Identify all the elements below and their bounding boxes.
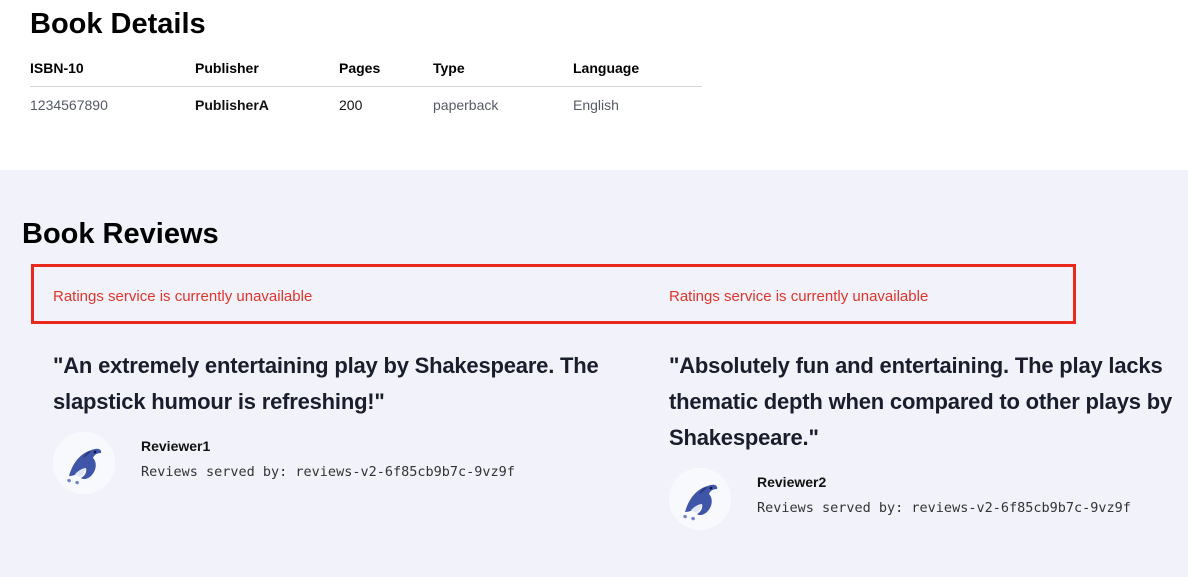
type-cell: paperback — [433, 97, 499, 113]
reviewer-info: Reviewer1 Reviews served by: reviews-v2-… — [53, 432, 613, 494]
language-cell: English — [573, 97, 619, 113]
isbn-cell: 1234567890 — [30, 97, 108, 113]
reviewer-info: Reviewer2 Reviews served by: reviews-v2-… — [669, 468, 1181, 530]
publisher-column-header: Publisher — [195, 50, 339, 87]
dolphin-avatar-icon — [53, 432, 115, 494]
review-text: "An extremely entertaining play by Shake… — [53, 353, 599, 414]
isbn-column-header: ISBN-10 — [30, 50, 195, 87]
book-details-section: Book Details ISBN-10 Publisher Pages Typ… — [0, 0, 1188, 170]
ratings-unavailable-message: Ratings service is currently unavailable — [669, 288, 929, 305]
review-text: "Absolutely fun and entertaining. The pl… — [669, 353, 1172, 450]
language-column-header: Language — [573, 50, 702, 87]
reviewer-name: Reviewer1 — [141, 438, 211, 454]
type-column-header: Type — [433, 50, 573, 87]
dolphin-avatar-icon — [669, 468, 731, 530]
book-details-header-row: ISBN-10 Publisher Pages Type Language — [30, 50, 702, 87]
ratings-unavailable-message: Ratings service is currently unavailable — [53, 288, 313, 305]
review-card: "An extremely entertaining play by Shake… — [53, 348, 613, 494]
pages-column-header: Pages — [339, 50, 433, 87]
review-card: "Absolutely fun and entertaining. The pl… — [669, 348, 1181, 530]
book-reviews-title: Book Reviews — [22, 218, 219, 250]
pages-cell: 200 — [339, 97, 363, 113]
book-details-table: ISBN-10 Publisher Pages Type Language 12… — [30, 50, 702, 123]
reviewer-name: Reviewer2 — [757, 474, 827, 490]
book-details-title: Book Details — [30, 8, 206, 40]
book-reviews-section: Book Reviews Ratings service is currentl… — [0, 170, 1188, 577]
served-by-text: Reviews served by: reviews-v2-6f85cb9b7c… — [141, 464, 515, 480]
served-by-text: Reviews served by: reviews-v2-6f85cb9b7c… — [757, 500, 1131, 516]
table-row: 1234567890 PublisherA 200 paperback Engl… — [30, 87, 702, 124]
publisher-cell: PublisherA — [195, 97, 269, 113]
